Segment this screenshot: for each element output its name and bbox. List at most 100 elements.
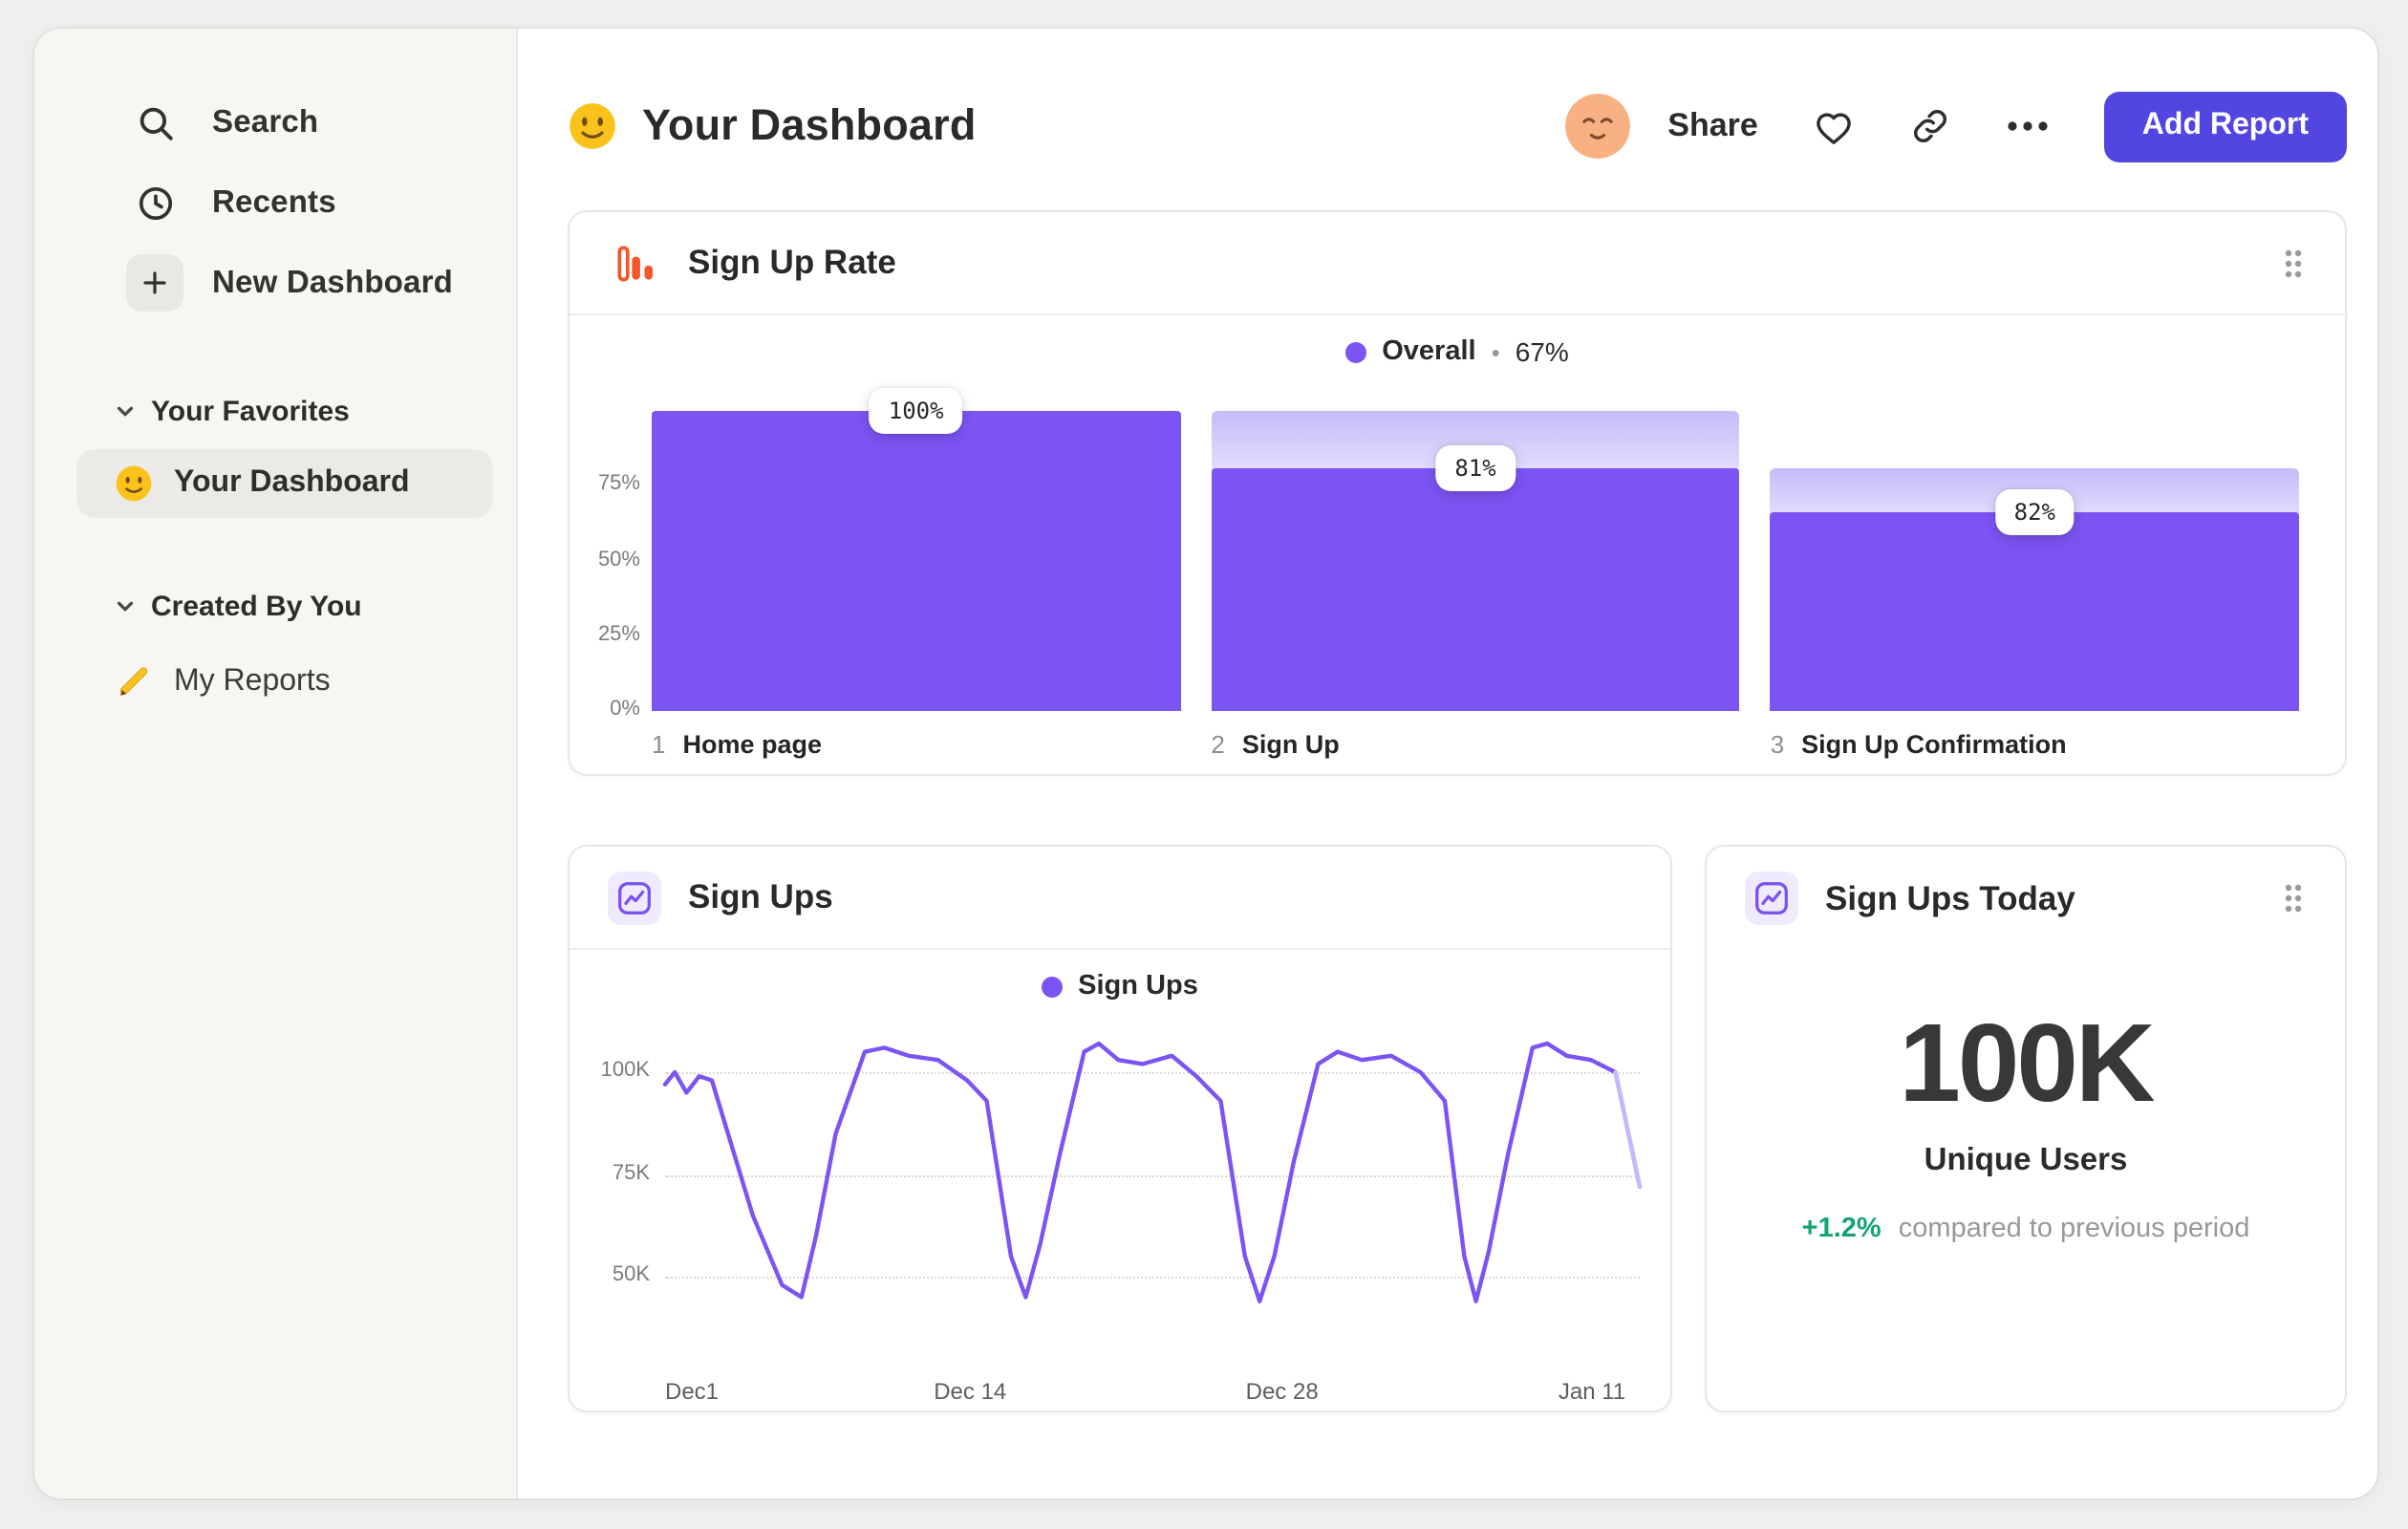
sidebar-section-favorites[interactable]: Your Favorites: [34, 388, 516, 434]
section-label: Your Favorites: [151, 395, 350, 427]
chevron-down-icon: [115, 400, 136, 421]
funnel-step-label: 3 Sign Up Confirmation: [1771, 730, 2299, 759]
smiley-emoji: [115, 464, 153, 503]
funnel-bars: 100% 1 Home page 81% 2 Sign Up 82% 3 Sign Up Con…: [652, 388, 2300, 759]
metric-caption: Unique Users: [1924, 1143, 2128, 1177]
line-x-tick: Jan 11: [1558, 1378, 1626, 1405]
cards-row: Sign Ups Sign Ups 100K 75K 50K Dec1 Dec 14 D…: [568, 845, 2347, 1412]
clock-icon: [126, 174, 183, 231]
card-sign-up-rate: Sign Up Rate Overall • 67% 75% 50% 25% 0% 1…: [568, 210, 2347, 776]
line-y-axis: 100K 75K 50K: [592, 1026, 665, 1367]
funnel-y-tick: 0%: [610, 698, 640, 721]
favorite-heart-icon[interactable]: [1812, 104, 1856, 148]
line-y-tick: 50K: [612, 1263, 650, 1286]
line-chart-icon: [1745, 872, 1798, 925]
add-report-button[interactable]: Add Report: [2103, 91, 2347, 162]
main-content: Your Dashboard Share Add Report Sign Up …: [518, 29, 2377, 1498]
more-options-icon[interactable]: [2005, 118, 2051, 134]
funnel-chart: 75% 50% 25% 0% 100% 1 Home page 81% 2 Sign Up 82%…: [570, 388, 2345, 759]
line-plot[interactable]: [662, 1026, 1643, 1367]
legend-value: 67%: [1515, 336, 1569, 367]
drag-handle-icon[interactable]: [2276, 240, 2311, 286]
line-y-tick: 100K: [600, 1059, 650, 1082]
legend-dot: [1345, 341, 1367, 362]
funnel-rate-chip: 82%: [1994, 488, 2075, 535]
legend-separator: •: [1491, 337, 1500, 366]
page-title: Your Dashboard: [642, 101, 977, 149]
sidebar-item-label: Your Dashboard: [174, 466, 410, 499]
funnel-y-tick: 75%: [597, 472, 640, 496]
metric-value: 100K: [1899, 1001, 2155, 1126]
sidebar-item-label: New Dashboard: [212, 265, 453, 299]
share-button[interactable]: Share: [1667, 107, 1758, 145]
dashboard-title-group: Your Dashboard: [568, 101, 977, 151]
sidebar-item-my-reports[interactable]: My Reports: [34, 648, 516, 717]
dashboard-header: Your Dashboard Share Add Report: [568, 86, 2347, 166]
funnel-step-name: Sign Up Confirmation: [1801, 730, 2067, 759]
line-x-tick: Dec1: [665, 1378, 720, 1405]
sidebar-item-label: Search: [212, 104, 319, 139]
funnel-bar-fill[interactable]: [652, 411, 1181, 711]
line-series-svg: [662, 1041, 1643, 1303]
card-header: Sign Ups Today: [1707, 847, 2345, 950]
chevron-down-icon: [115, 595, 136, 616]
legend-dot: [1042, 976, 1064, 997]
funnel-chart-icon: [608, 236, 661, 290]
sidebar-item-your-dashboard[interactable]: Your Dashboard: [76, 449, 493, 518]
line-legend[interactable]: Sign Ups: [570, 950, 1670, 1023]
funnel-step-label: 1 Home page: [652, 730, 1180, 759]
card-sign-ups-today: Sign Ups Today 100K Unique Users +1.2% c…: [1705, 845, 2347, 1412]
funnel-bar-fill[interactable]: [1770, 511, 2300, 711]
line-chart: 100K 75K 50K: [592, 1026, 1643, 1367]
plus-icon: [126, 254, 183, 312]
funnel-step[interactable]: 82% 3 Sign Up Confirmation: [1770, 411, 2300, 759]
card-header: Sign Ups: [570, 847, 1670, 950]
funnel-step-number: 2: [1211, 730, 1225, 759]
line-series-incomplete-tail: [1613, 1069, 1643, 1190]
app-window: Search Recents New Dashboard Your Favori…: [34, 29, 2377, 1498]
funnel-step[interactable]: 100% 1 Home page: [652, 388, 1181, 759]
funnel-bar-fill[interactable]: [1211, 467, 1740, 711]
card-title: Sign Ups: [688, 877, 833, 915]
line-x-tick: Dec 14: [934, 1378, 1007, 1405]
funnel-legend[interactable]: Overall • 67%: [570, 315, 2345, 388]
page: Search Recents New Dashboard Your Favori…: [0, 0, 2408, 1529]
funnel-step-name: Home page: [682, 730, 823, 759]
line-x-axis: Dec1 Dec 14 Dec 28 Jan 11: [665, 1378, 1640, 1409]
metric-delta: +1.2%: [1801, 1214, 1881, 1244]
line-y-tick: 75K: [612, 1161, 650, 1184]
card-header: Sign Up Rate: [570, 212, 2345, 315]
metric-delta-caption: compared to previous period: [1898, 1214, 2250, 1244]
pencil-icon: [115, 663, 153, 701]
card-sign-ups: Sign Ups Sign Ups 100K 75K 50K Dec1 Dec 14 D…: [568, 845, 1672, 1412]
sidebar-section-created-by-you[interactable]: Created By You: [34, 583, 516, 629]
legend-label: Sign Ups: [1078, 971, 1198, 1001]
drag-handle-icon[interactable]: [2276, 875, 2311, 921]
line-x-tick: Dec 28: [1245, 1378, 1319, 1405]
funnel-y-axis: 75% 50% 25% 0%: [589, 411, 652, 721]
smiley-emoji: [568, 101, 617, 151]
sidebar-item-new-dashboard[interactable]: New Dashboard: [34, 243, 516, 323]
line-chart-icon: [608, 871, 661, 924]
card-title: Sign Up Rate: [688, 243, 896, 281]
sidebar-item-label: Recents: [212, 184, 336, 219]
funnel-rate-chip: 81%: [1435, 444, 1516, 491]
header-actions: Share Add Report: [1564, 91, 2347, 162]
funnel-y-tick: 50%: [597, 548, 640, 571]
funnel-step[interactable]: 81% 2 Sign Up: [1211, 411, 1740, 759]
funnel-rate-chip: 100%: [869, 388, 963, 434]
funnel-step-number: 3: [1770, 730, 1785, 759]
legend-label: Overall: [1382, 336, 1476, 367]
metric-body: 100K Unique Users +1.2% compared to prev…: [1707, 1000, 2345, 1244]
avatar[interactable]: [1564, 94, 1630, 159]
funnel-step-name: Sign Up: [1241, 730, 1340, 759]
sidebar-item-recents[interactable]: Recents: [34, 162, 516, 243]
sidebar-item-search[interactable]: Search: [34, 82, 516, 162]
sidebar-item-label: My Reports: [174, 665, 331, 698]
search-icon: [126, 94, 183, 151]
metric-delta-row: +1.2% compared to previous period: [1707, 1214, 2345, 1244]
card-title: Sign Ups Today: [1825, 878, 2075, 916]
copy-link-icon[interactable]: [1909, 105, 1951, 147]
funnel-step-number: 1: [652, 730, 666, 759]
section-label: Created By You: [151, 590, 362, 622]
